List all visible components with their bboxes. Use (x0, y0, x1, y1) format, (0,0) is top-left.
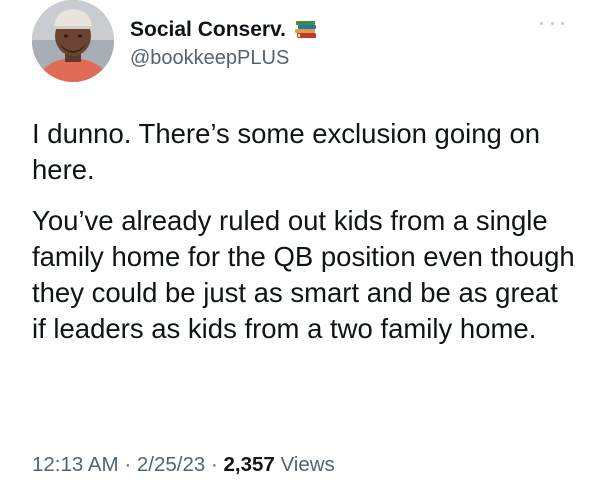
tweet-paragraph: I dunno. There’s some exclusion going on… (32, 118, 541, 185)
books-icon (294, 19, 318, 41)
tweet-metadata: 12:13 AM · 2/25/23 · 2,357 Views (32, 453, 335, 477)
separator: · (205, 453, 224, 476)
separator: · (118, 453, 137, 476)
author-name-row: Social Conserv. (130, 18, 318, 42)
tweet: Social Conserv. @bookkeepPLUS I dunno. T… (0, 0, 595, 498)
tweet-paragraph: You’ve already ruled out kids from a sin… (32, 205, 575, 344)
avatar-photo (32, 0, 114, 82)
author-display-name[interactable]: Social Conserv. (130, 18, 286, 42)
views-label: Views (274, 453, 335, 476)
dot-icon (550, 21, 554, 25)
dot-icon (540, 21, 543, 25)
tweet-text: I dunno. There’s some exclusion going on… (32, 116, 577, 362)
author-handle[interactable]: @bookkeepPLUS (130, 47, 289, 70)
tweet-date[interactable]: 2/25/23 (137, 453, 205, 476)
more-options-icon[interactable] (540, 18, 564, 28)
avatar[interactable] (32, 0, 114, 82)
dot-icon (561, 21, 564, 25)
tweet-time[interactable]: 12:13 AM (32, 453, 119, 476)
views-count: 2,357 (223, 453, 275, 476)
